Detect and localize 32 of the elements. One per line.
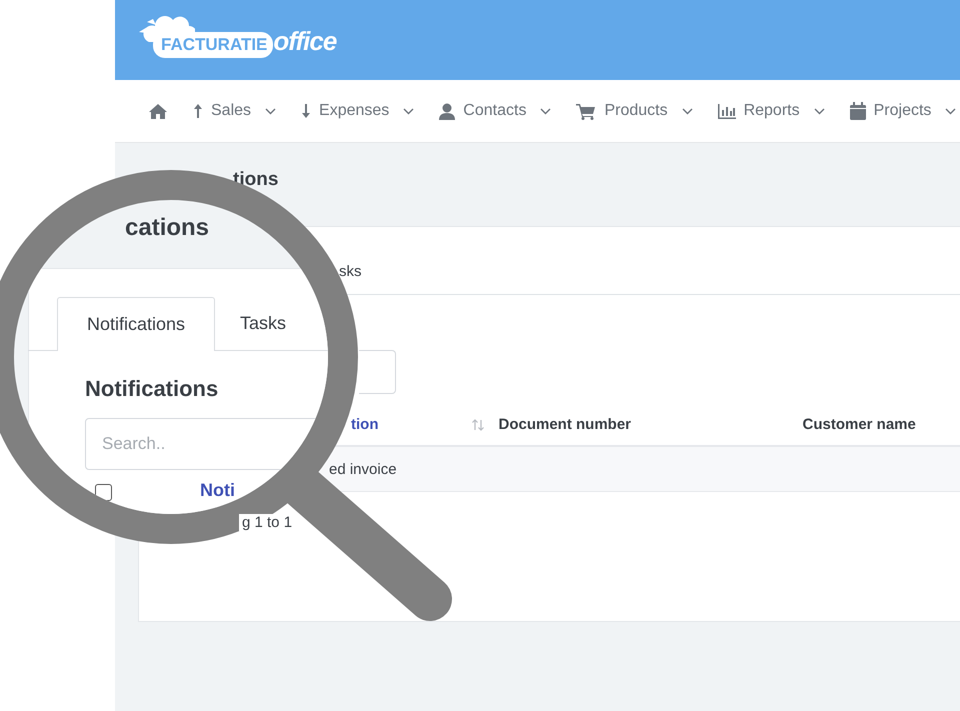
nav-item[interactable]: [148, 102, 168, 120]
user-icon: [439, 102, 456, 120]
arrow-down-icon: [301, 103, 312, 119]
column-header[interactable]: Document number: [498, 416, 802, 433]
checkbox[interactable]: [95, 484, 112, 501]
section-heading: Notifications: [85, 376, 218, 402]
nav-item[interactable]: Projects: [850, 102, 956, 120]
chevron-down-icon: [814, 108, 825, 114]
column-header[interactable]: Customer name: [802, 416, 916, 433]
table-cell: ed invoice: [329, 460, 397, 478]
nav-item[interactable]: Reports: [718, 102, 825, 120]
chevron-down-icon: [403, 108, 414, 114]
page-title: cations: [125, 214, 210, 242]
cart-icon: [576, 102, 596, 120]
nav-item[interactable]: Products: [576, 102, 693, 120]
calendar-icon: [850, 102, 866, 120]
home-icon: [148, 102, 168, 120]
search-field[interactable]: [359, 350, 396, 394]
nav-item[interactable]: Contacts: [439, 102, 552, 120]
tab[interactable]: sks: [339, 263, 362, 280]
tab[interactable]: Notifications: [57, 297, 215, 351]
chevron-down-icon: [540, 108, 552, 114]
notification-link[interactable]: Noti: [200, 480, 235, 501]
nav-item[interactable]: Sales: [193, 102, 276, 120]
nav-item[interactable]: Expenses: [301, 102, 414, 120]
tab[interactable]: Tasks: [215, 297, 311, 350]
column-header[interactable]: tion: [351, 416, 378, 433]
chevron-down-icon: [945, 108, 956, 114]
chevron-down-icon: [265, 108, 276, 114]
chevron-down-icon: [682, 108, 693, 114]
bar-chart-icon: [718, 104, 736, 118]
arrow-up-icon: [193, 103, 203, 119]
